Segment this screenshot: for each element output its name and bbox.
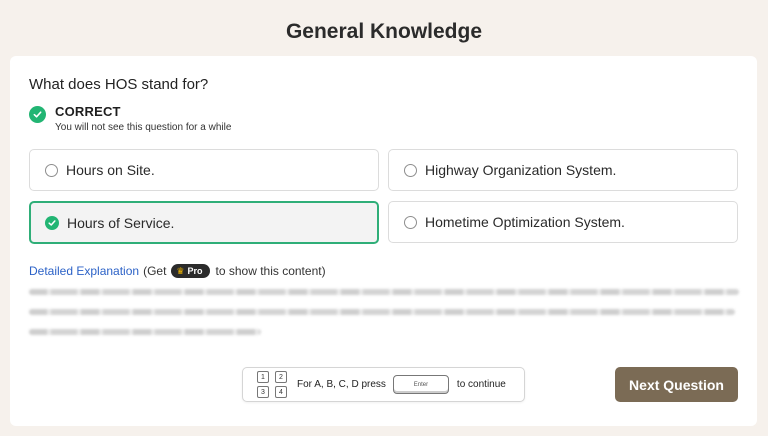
explanation-prefix: (Get	[143, 264, 167, 278]
hint-text-after: to continue	[456, 379, 506, 390]
blurred-line	[29, 329, 261, 335]
result-status: CORRECT You will not see this question f…	[29, 104, 231, 133]
number-keys: 1 2 3 4	[257, 371, 287, 398]
blurred-line	[29, 289, 739, 295]
page-title: General Knowledge	[285, 20, 483, 43]
key-2: 2	[275, 371, 287, 383]
explanation-header: Detailed Explanation (Get ♛ Pro to show …	[29, 264, 326, 278]
hint-text-before: For A, B, C, D press	[297, 379, 386, 390]
result-title: CORRECT	[55, 104, 121, 119]
key-3: 3	[257, 386, 269, 398]
pro-badge-label: Pro	[187, 266, 203, 276]
radio-icon	[45, 163, 58, 177]
keyboard-hint: 1 2 3 4 For A, B, C, D press Enter to co…	[242, 367, 525, 402]
explanation-suffix: to show this content)	[215, 264, 326, 278]
option-label: Hours on Site.	[66, 162, 155, 178]
answer-option-c[interactable]: Hours of Service.	[29, 201, 379, 244]
next-question-button[interactable]: Next Question	[615, 367, 738, 402]
detailed-explanation-link[interactable]: Detailed Explanation	[29, 264, 139, 278]
radio-icon	[404, 163, 417, 177]
blurred-explanation	[29, 286, 739, 335]
crown-icon: ♛	[176, 265, 185, 276]
blurred-line	[29, 309, 735, 315]
enter-key: Enter	[392, 375, 449, 394]
option-label: Hours of Service.	[67, 214, 175, 231]
radio-icon	[404, 215, 417, 229]
answer-option-a[interactable]: Hours on Site.	[29, 149, 379, 191]
key-4: 4	[275, 386, 287, 398]
pro-badge[interactable]: ♛ Pro	[171, 264, 210, 278]
question-card: What does HOS stand for? CORRECT You wil…	[10, 56, 757, 426]
option-label: Highway Organization System.	[425, 162, 617, 178]
question-text: What does HOS stand for?	[29, 76, 209, 93]
answer-option-b[interactable]: Highway Organization System.	[388, 149, 738, 191]
result-subtitle: You will not see this question for a whi…	[55, 122, 232, 133]
check-circle-icon	[45, 215, 59, 230]
answer-option-d[interactable]: Hometime Optimization System.	[388, 201, 738, 243]
option-label: Hometime Optimization System.	[425, 214, 625, 230]
key-1: 1	[257, 371, 269, 383]
check-circle-icon	[29, 106, 46, 123]
